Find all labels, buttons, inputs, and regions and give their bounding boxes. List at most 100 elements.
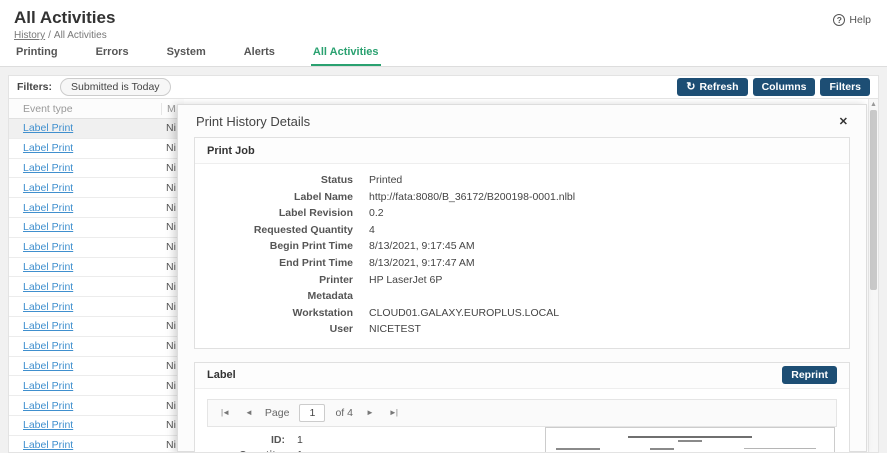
info-value: 1 — [297, 448, 303, 453]
filters-button[interactable]: Filters — [820, 78, 870, 96]
table-row: Label Print Ni — [9, 119, 184, 139]
field-value: 0.2 — [369, 205, 384, 222]
print-job-field-row: Printer HP LaserJet 6P — [195, 272, 849, 289]
table-row: Label Print Ni — [9, 159, 184, 179]
column-header-event-type[interactable]: Event type — [9, 103, 161, 115]
label-section: Label Reprint |◄ ◄ Page of 4 ► ►| ID: 1 — [194, 362, 850, 453]
tab-printing[interactable]: Printing — [14, 42, 60, 66]
event-link[interactable]: Label Print — [23, 221, 73, 233]
print-job-field-row: Status Printed — [195, 172, 849, 189]
event-link[interactable]: Label Print — [23, 301, 73, 313]
field-label: Workstation — [195, 305, 353, 322]
table-row: Label Print Ni — [9, 317, 184, 337]
field-label: User — [195, 321, 353, 338]
field-value: http://fata:8080/B_36172/B200198-0001.nl… — [369, 189, 575, 206]
help-icon: ? — [833, 14, 845, 26]
page-label: Page — [265, 407, 290, 419]
refresh-icon: ↻ — [686, 82, 695, 92]
table-row: Label Print Ni — [9, 337, 184, 357]
table-row: Label Print Ni — [9, 297, 184, 317]
page-input[interactable] — [299, 404, 325, 422]
event-link[interactable]: Label Print — [23, 360, 73, 372]
page-count-label: of 4 — [335, 407, 353, 419]
event-link[interactable]: Label Print — [23, 320, 73, 332]
event-link[interactable]: Label Print — [23, 122, 73, 134]
table-row: Label Print Ni — [9, 198, 184, 218]
table-row: Label Print Ni — [9, 218, 184, 238]
print-job-heading: Print Job — [207, 145, 255, 157]
help-label: Help — [849, 14, 871, 26]
print-job-field-row: Metadata — [195, 288, 849, 305]
toolbar: ↻ Refresh Columns Filters — [677, 78, 870, 96]
field-label: Printer — [195, 272, 353, 289]
reprint-button[interactable]: Reprint — [782, 366, 837, 384]
label-pagination: |◄ ◄ Page of 4 ► ►| — [207, 399, 837, 427]
event-link[interactable]: Label Print — [23, 281, 73, 293]
table-row: Label Print Ni — [9, 416, 184, 436]
print-job-field-row: Workstation CLOUD01.GALAXY.EUROPLUS.LOCA… — [195, 305, 849, 322]
field-label: Metadata — [195, 288, 353, 305]
info-value: 1 — [297, 433, 303, 448]
field-value: 8/13/2021, 9:17:47 AM — [369, 255, 475, 272]
print-job-field-row: Label Name http://fata:8080/B_36172/B200… — [195, 189, 849, 206]
print-job-field-row: Requested Quantity 4 — [195, 222, 849, 239]
field-value: 4 — [369, 222, 375, 239]
event-table-header: Event type M — [9, 99, 184, 119]
event-link[interactable]: Label Print — [23, 142, 73, 154]
event-link[interactable]: Label Print — [23, 182, 73, 194]
table-row: Label Print Ni — [9, 436, 184, 453]
page-title: All Activities — [14, 8, 873, 28]
breadcrumb-history-link[interactable]: History — [14, 30, 45, 41]
scrollbar-up-icon[interactable]: ▲ — [869, 99, 878, 108]
event-link[interactable]: Label Print — [23, 162, 73, 174]
tab-bar: Printing Errors System Alerts All Activi… — [0, 42, 887, 67]
event-table: Event type M Label Print Ni Label Print … — [9, 99, 184, 452]
event-link[interactable]: Label Print — [23, 380, 73, 392]
tab-errors[interactable]: Errors — [94, 42, 131, 66]
next-page-icon[interactable]: ► — [363, 408, 376, 417]
event-link[interactable]: Label Print — [23, 241, 73, 253]
tab-alerts[interactable]: Alerts — [242, 42, 277, 66]
help-link[interactable]: ? Help — [833, 14, 871, 26]
field-label: End Print Time — [195, 255, 353, 272]
page-header: All Activities History/All Activities ? … — [0, 0, 887, 42]
field-label: Label Name — [195, 189, 353, 206]
event-link[interactable]: Label Print — [23, 261, 73, 273]
table-row: Label Print Ni — [9, 376, 184, 396]
table-row: Label Print Ni — [9, 396, 184, 416]
field-label: Status — [195, 172, 353, 189]
print-job-field-row: Label Revision 0.2 — [195, 205, 849, 222]
page-scrollbar[interactable]: ▲ — [868, 99, 878, 452]
content-area: Event type M Label Print Ni Label Print … — [8, 98, 879, 453]
tab-system[interactable]: System — [165, 42, 208, 66]
last-page-icon[interactable]: ►| — [386, 408, 400, 417]
print-job-section: Print Job Status Printed Label Name http… — [194, 137, 850, 349]
prev-page-icon[interactable]: ◄ — [242, 408, 255, 417]
close-icon[interactable]: ✕ — [839, 115, 848, 128]
breadcrumb: History/All Activities — [14, 30, 873, 41]
label-heading: Label — [207, 369, 236, 381]
field-label: Label Revision — [195, 205, 353, 222]
refresh-button[interactable]: ↻ Refresh — [677, 78, 747, 96]
event-link[interactable]: Label Print — [23, 400, 73, 412]
field-value: HP LaserJet 6P — [369, 272, 442, 289]
event-link[interactable]: Label Print — [23, 439, 73, 451]
field-label: Begin Print Time — [195, 238, 353, 255]
table-row: Label Print Ni — [9, 178, 184, 198]
filters-label: Filters: — [17, 81, 52, 93]
scrollbar-thumb[interactable] — [870, 110, 877, 290]
print-history-details-panel: Print History Details ✕ Print Job Status… — [177, 104, 867, 452]
print-job-field-row: User NICETEST — [195, 321, 849, 338]
table-row: Label Print Ni — [9, 238, 184, 258]
first-page-icon[interactable]: |◄ — [218, 408, 232, 417]
info-label: Quantity: — [207, 448, 285, 453]
filters-bar: Filters: Submitted is Today ↻ Refresh Co… — [8, 75, 879, 98]
event-link[interactable]: Label Print — [23, 419, 73, 431]
event-link[interactable]: Label Print — [23, 340, 73, 352]
filter-chip-submitted-today[interactable]: Submitted is Today — [60, 78, 171, 96]
table-row: Label Print Ni — [9, 139, 184, 159]
label-preview: FR DE — [545, 427, 835, 453]
event-link[interactable]: Label Print — [23, 202, 73, 214]
tab-all-activities[interactable]: All Activities — [311, 42, 381, 66]
columns-button[interactable]: Columns — [753, 78, 816, 96]
